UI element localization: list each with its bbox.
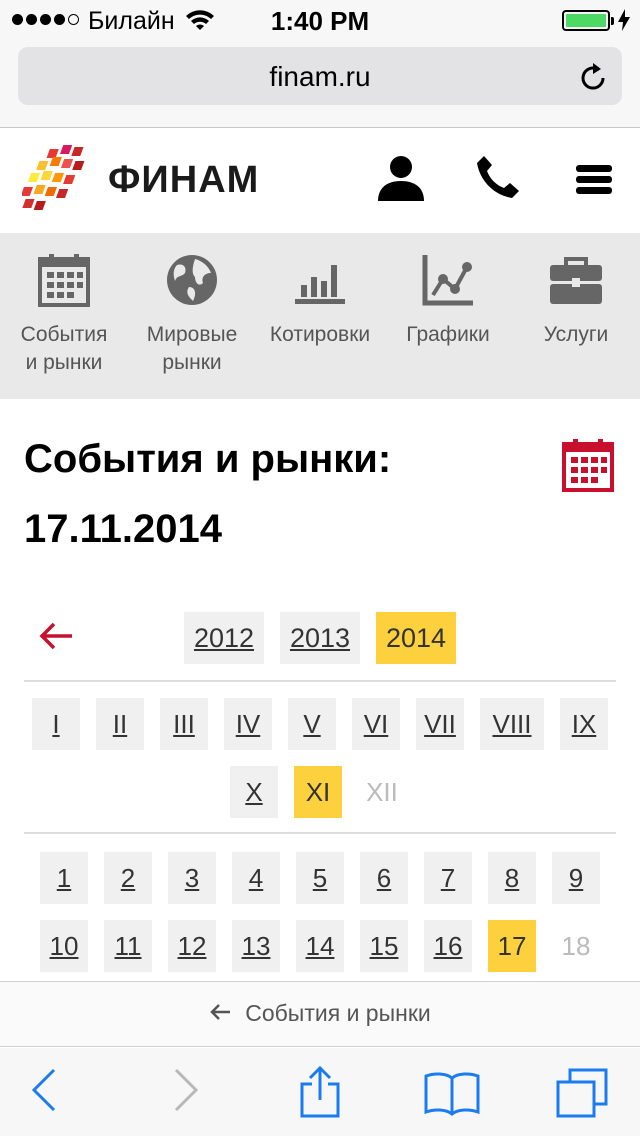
address-bar[interactable]: finam.ru [18,47,622,105]
clock: 1:40 PM [270,6,370,36]
nav-item-charts[interactable]: Графики [384,253,512,349]
url-text: finam.ru [269,61,371,92]
divider [24,832,616,834]
calendar-picker-icon[interactable] [562,438,614,497]
nav-item-quotes[interactable]: Котировки [256,253,384,349]
day-button[interactable]: 17 [488,920,536,972]
day-button[interactable]: 4 [232,852,280,904]
nav-item-label: Графики [406,323,490,346]
globe-icon [167,255,217,305]
bookmarks-icon[interactable] [424,1070,480,1121]
month-button[interactable]: VI [352,698,400,750]
nav-item-events[interactable]: События и рынки [0,253,128,377]
month-button[interactable]: IV [224,698,272,750]
briefcase-icon [550,257,602,304]
month-button[interactable]: IX [560,698,608,750]
month-button[interactable]: I [32,698,80,750]
previous-arrow-icon[interactable] [38,620,74,657]
phone-icon[interactable] [474,153,522,206]
day-button[interactable]: 13 [232,920,280,972]
month-button[interactable]: VII [416,698,464,750]
share-icon[interactable] [298,1065,342,1123]
day-button[interactable]: 10 [40,920,88,972]
day-button: 18 [561,931,591,961]
year-button[interactable]: 2013 [280,612,360,664]
site-header: ФИНАМ [0,129,640,233]
day-button[interactable]: 2 [104,852,152,904]
back-icon[interactable] [30,1066,58,1119]
month-button[interactable]: II [96,698,144,750]
day-button[interactable]: 3 [168,852,216,904]
month-button: XII [366,777,398,807]
calendar-icon [38,254,90,307]
address-bar-area: finam.ru [0,40,640,128]
month-button[interactable]: III [160,698,208,750]
divider [24,680,616,682]
user-account-icon[interactable] [376,153,426,208]
month-button[interactable]: VIII [480,698,544,750]
day-button[interactable]: 12 [168,920,216,972]
category-nav: События и рынки Мировые рынки Котировки … [0,233,640,399]
year-button[interactable]: 2014 [376,612,456,664]
day-button[interactable]: 1 [40,852,88,904]
line-chart-icon [422,255,473,306]
month-button[interactable]: XI [294,766,342,818]
reload-icon[interactable] [578,60,608,97]
finam-logo-icon[interactable] [20,143,102,220]
page-title: События и рынки: 17.11.2014 [24,437,392,551]
nav-item-services[interactable]: Услуги [512,253,640,349]
day-button[interactable]: 7 [424,852,472,904]
browser-toolbar [0,1048,640,1136]
day-button[interactable]: 8 [488,852,536,904]
day-button[interactable]: 5 [296,852,344,904]
month-button[interactable]: V [288,698,336,750]
day-button[interactable]: 6 [360,852,408,904]
month-button[interactable]: X [230,766,278,818]
nav-item-label: Мировые рынки [146,323,238,374]
forward-icon[interactable] [172,1066,200,1119]
menu-icon[interactable] [574,163,614,200]
nav-item-world-markets[interactable]: Мировые рынки [128,253,256,377]
charging-icon [618,9,630,36]
year-button[interactable]: 2012 [184,612,264,664]
day-button[interactable]: 15 [360,920,408,972]
tabs-icon[interactable] [556,1068,608,1123]
day-button[interactable]: 14 [296,920,344,972]
bar-chart-icon [295,265,345,304]
finam-logo-text[interactable]: ФИНАМ [108,159,259,202]
status-bar: Билайн 1:40 PM [0,0,640,40]
nav-item-label: Котировки [269,323,371,346]
day-button[interactable]: 9 [552,852,600,904]
day-button[interactable]: 11 [104,920,152,972]
nav-item-label: События и рынки [20,323,108,374]
battery-icon [562,10,614,31]
nav-item-label: Услуги [543,323,609,346]
back-link-label: События и рынки [245,1000,431,1026]
back-to-events-link[interactable]: События и рынки [0,981,640,1047]
left-arrow-icon [209,1000,231,1027]
day-button[interactable]: 16 [424,920,472,972]
